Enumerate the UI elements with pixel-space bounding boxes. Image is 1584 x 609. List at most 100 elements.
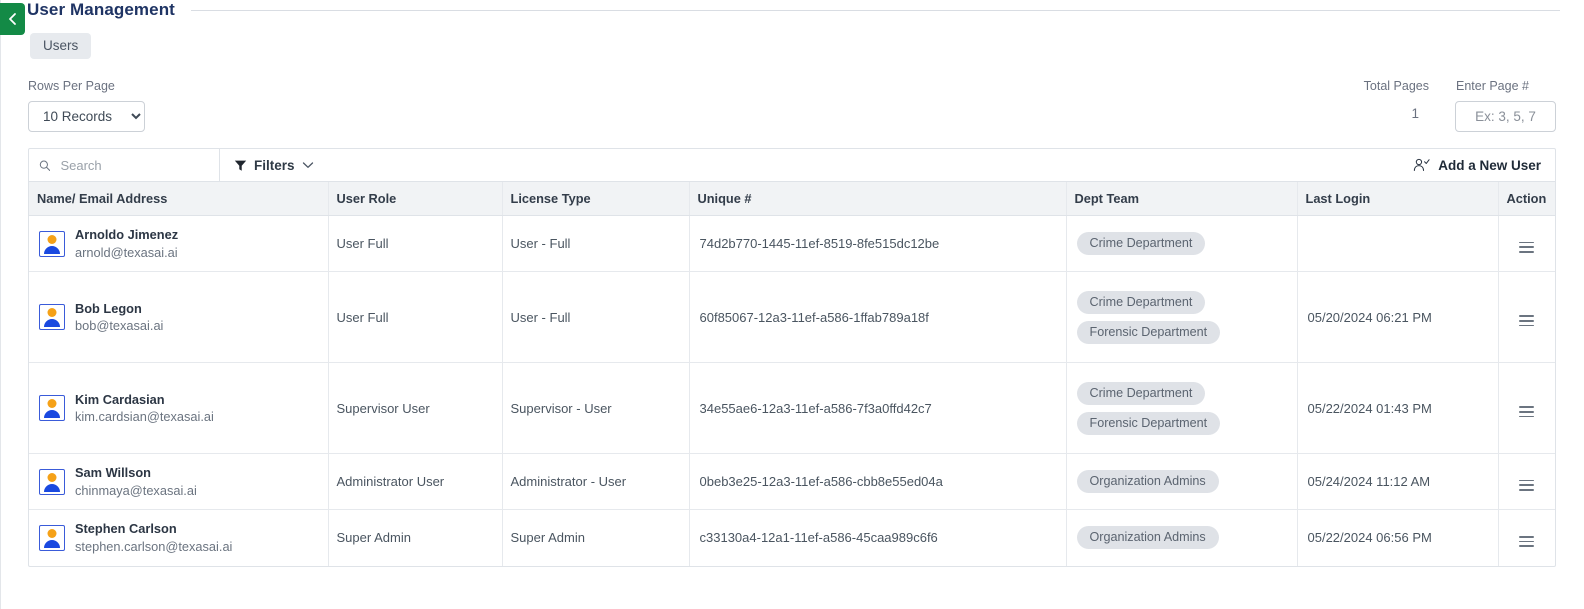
hamburger-menu-icon[interactable]: [1516, 312, 1537, 329]
avatar-body-icon: [44, 483, 60, 492]
user-name: Kim Cardasian: [75, 391, 165, 407]
cell-dept-team: Crime Department: [1066, 215, 1298, 272]
hamburger-line: [1519, 540, 1535, 543]
enter-page-input[interactable]: [1455, 101, 1556, 132]
user-email: arnold@texasai.ai: [75, 244, 178, 260]
cell-license-type: Administrator - User: [502, 453, 690, 510]
cell-dept-team: Organization Admins: [1066, 509, 1298, 566]
user-text: Stephen Carlson stephen.carlson@texasai.a…: [75, 520, 232, 555]
chevron-down-icon: [302, 162, 313, 168]
cell-license-type: User - Full: [502, 271, 690, 363]
cell-last-login: 05/20/2024 06:21 PM: [1297, 271, 1499, 363]
user-text: Arnoldo Jimenez arnold@texasai.ai: [75, 226, 178, 261]
table-row[interactable]: Sam Willson chinmaya@texasai.ai Administra…: [29, 453, 1555, 510]
column-header-user-role[interactable]: User Role: [328, 182, 503, 216]
user-identity: Stephen Carlson stephen.carlson@texasai.a…: [37, 520, 320, 555]
cell-last-login: 05/22/2024 06:56 PM: [1297, 509, 1499, 566]
user-identity: Arnoldo Jimenez arnold@texasai.ai: [37, 226, 320, 261]
user-identity: Kim Cardasian kim.cardsian@texasai.ai: [37, 391, 320, 426]
hamburger-line: [1519, 489, 1535, 491]
user-management-page: User Management Users Rows Per Page 10 R…: [0, 0, 1584, 609]
dept-badge-list: Crime Department Forensic Department: [1075, 381, 1289, 435]
user-name: Sam Willson: [75, 465, 151, 481]
filters-dropdown[interactable]: Filters: [220, 149, 326, 181]
cell-user-role: User Full: [328, 271, 503, 363]
column-header-unique[interactable]: Unique #: [689, 182, 1067, 216]
hamburger-menu-icon[interactable]: [1516, 239, 1537, 256]
cell-name-email: Arnoldo Jimenez arnold@texasai.ai: [29, 215, 329, 272]
search-box[interactable]: [29, 149, 220, 181]
cell-last-login: [1297, 215, 1499, 272]
dept-badge: Organization Admins: [1076, 470, 1219, 493]
cell-user-role: Supervisor User: [328, 362, 503, 454]
users-table: Name/ Email Address User Role License Ty…: [29, 182, 1555, 566]
dept-badge: Crime Department: [1076, 290, 1206, 314]
avatar: [39, 395, 65, 421]
total-pages-label: Total Pages: [1363, 79, 1429, 93]
cell-name-email: Bob Legon bob@texasai.ai: [29, 271, 329, 363]
hamburger-line: [1519, 406, 1535, 408]
last-login-value: 05/24/2024 11:12 AM: [1307, 474, 1431, 489]
avatar: [39, 468, 65, 495]
dept-badge-list: Crime Department Forensic Department: [1075, 290, 1289, 344]
user-email: kim.cardsian@texasai.ai: [75, 409, 214, 424]
hamburger-line: [1519, 410, 1535, 413]
dept-badge: Organization Admins: [1076, 526, 1219, 550]
chevron-left-icon: [9, 13, 16, 25]
search-input[interactable]: [58, 156, 209, 174]
column-header-last-login[interactable]: Last Login: [1297, 182, 1499, 216]
last-login-value: 05/20/2024 06:21 PM: [1307, 309, 1432, 325]
last-login-value: 05/22/2024 01:43 PM: [1307, 400, 1432, 416]
cell-unique-id: 60f85067-12a3-11ef-a586-1ffab789a18f: [689, 271, 1067, 363]
unique-id-value: 60f85067-12a3-11ef-a586-1ffab789a18f: [699, 309, 929, 325]
dept-badge-list: Organization Admins: [1075, 470, 1289, 493]
users-table-head: Name/ Email Address User Role License Ty…: [29, 182, 1555, 216]
column-header-name[interactable]: Name/ Email Address: [29, 182, 329, 216]
last-login-value: 05/22/2024 06:56 PM: [1307, 530, 1432, 546]
cell-user-role: Super Admin: [328, 509, 503, 566]
dept-badge: Crime Department: [1076, 381, 1206, 405]
avatar: [39, 230, 65, 257]
hamburger-menu-icon[interactable]: [1516, 477, 1537, 494]
column-header-license[interactable]: License Type: [502, 182, 690, 216]
tab-users[interactable]: Users: [30, 33, 92, 59]
add-user-button[interactable]: Add a New User: [1403, 149, 1555, 181]
avatar-head-icon: [47, 472, 57, 482]
cell-dept-team: Crime Department Forensic Department: [1066, 362, 1298, 454]
users-card: Filters Add a New User Name/ Email Addre…: [28, 148, 1556, 567]
dept-badge: Forensic Department: [1076, 411, 1221, 435]
table-row[interactable]: Bob Legon bob@texasai.ai User Full User - F…: [29, 271, 1555, 363]
cell-last-login: 05/22/2024 01:43 PM: [1297, 362, 1499, 454]
table-row[interactable]: Kim Cardasian kim.cardsian@texasai.ai Supe…: [29, 362, 1555, 454]
hamburger-menu-icon[interactable]: [1516, 533, 1537, 550]
user-identity: Bob Legon bob@texasai.ai: [37, 300, 320, 335]
hamburger-line: [1519, 241, 1535, 244]
column-header-dept-team[interactable]: Dept Team: [1066, 182, 1298, 216]
users-table-body: Arnoldo Jimenez arnold@texasai.ai User Ful…: [29, 215, 1555, 566]
table-row[interactable]: Arnoldo Jimenez arnold@texasai.ai User Ful…: [29, 215, 1555, 272]
avatar: [39, 524, 65, 551]
rows-per-page-select[interactable]: 10 Records: [28, 101, 145, 132]
hamburger-menu-icon[interactable]: [1516, 403, 1537, 420]
cell-unique-id: c33130a4-12a1-11ef-a586-45caa989c6f6: [689, 509, 1067, 566]
search-icon: [39, 160, 51, 171]
back-button[interactable]: [0, 3, 25, 35]
cell-name-email: Sam Willson chinmaya@texasai.ai: [29, 453, 329, 510]
column-header-action: Action: [1498, 182, 1555, 216]
hamburger-line: [1519, 315, 1535, 317]
hamburger-line: [1519, 536, 1535, 538]
hamburger-line: [1519, 479, 1535, 482]
table-toolbar: Filters Add a New User: [29, 149, 1555, 182]
cell-unique-id: 0beb3e25-12a3-11ef-a586-cbb8e55ed04a: [689, 453, 1067, 510]
hamburger-line: [1519, 415, 1535, 418]
cell-user-role: User Full: [328, 215, 503, 272]
cell-dept-team: Organization Admins: [1066, 453, 1298, 510]
dept-badge: Forensic Department: [1076, 320, 1221, 344]
dept-badge-list: Organization Admins: [1075, 526, 1289, 550]
hamburger-line: [1519, 324, 1535, 327]
user-text: Sam Willson chinmaya@texasai.ai: [75, 464, 197, 499]
unique-id-value: 74d2b770-1445-11ef-8519-8fe515dc12be: [699, 236, 940, 251]
hamburger-line: [1519, 251, 1535, 253]
table-row[interactable]: Stephen Carlson stephen.carlson@texasai.a…: [29, 509, 1555, 566]
